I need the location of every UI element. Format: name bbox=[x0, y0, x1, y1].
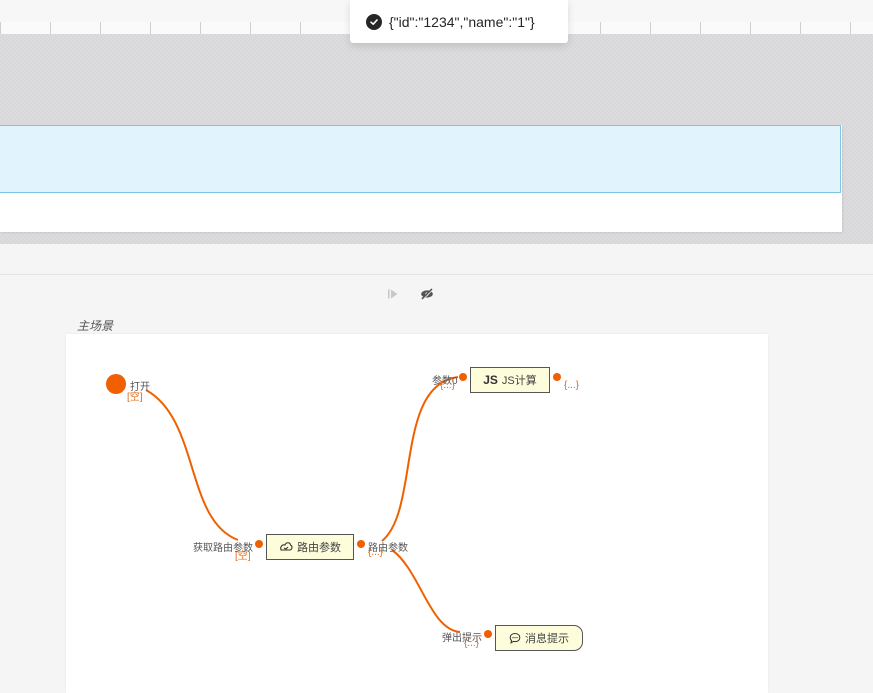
eye-slash-icon[interactable] bbox=[419, 286, 435, 302]
js-output-value: {...} bbox=[564, 380, 580, 391]
route-input-value: [空] bbox=[235, 551, 251, 562]
route-output-port[interactable] bbox=[357, 540, 365, 548]
logic-canvas[interactable] bbox=[66, 334, 768, 693]
route-output-value: {...} bbox=[368, 547, 384, 558]
route-icon bbox=[279, 541, 293, 553]
route-params-node-label: 路由参数 bbox=[297, 542, 341, 554]
msg-input-value: {...} bbox=[464, 638, 480, 649]
msg-input-port[interactable] bbox=[484, 630, 492, 638]
toast-message: {"id":"1234","name":"1"} bbox=[350, 0, 568, 43]
start-value: [空] bbox=[127, 392, 143, 403]
message-tip-node-label: 消息提示 bbox=[525, 633, 569, 645]
js-input-value: {...} bbox=[440, 380, 456, 391]
message-tip-node[interactable]: 消息提示 bbox=[495, 625, 583, 651]
js-input-port[interactable] bbox=[459, 373, 467, 381]
route-input-port[interactable] bbox=[255, 540, 263, 548]
scene-title: 主场景 bbox=[77, 319, 114, 333]
toast-text: {"id":"1234","name":"1"} bbox=[389, 13, 535, 30]
start-event-dot[interactable] bbox=[106, 374, 126, 394]
js-icon: JS bbox=[483, 373, 498, 387]
check-circle-icon bbox=[366, 13, 382, 30]
message-icon bbox=[509, 632, 521, 644]
js-compute-node[interactable]: JS JS计算 bbox=[470, 367, 550, 393]
step-run-icon[interactable] bbox=[385, 286, 401, 302]
panel-divider bbox=[0, 244, 873, 275]
route-params-node[interactable]: 路由参数 bbox=[266, 534, 354, 560]
js-compute-node-label: JS计算 bbox=[501, 375, 537, 387]
js-output-port[interactable] bbox=[553, 373, 561, 381]
selected-component[interactable] bbox=[0, 125, 841, 193]
